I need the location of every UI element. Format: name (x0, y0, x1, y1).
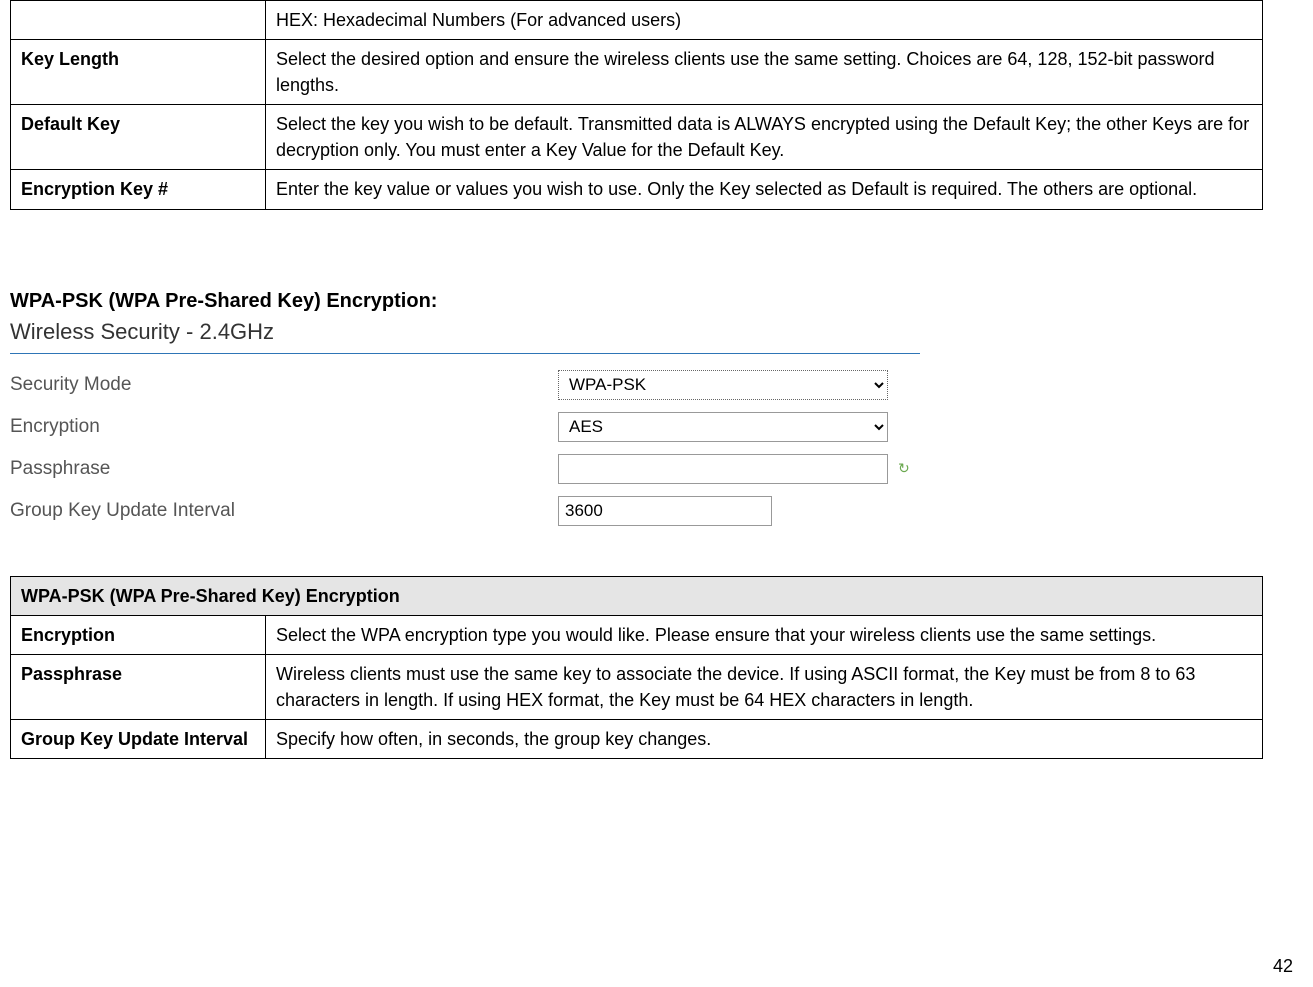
param-desc: Enter the key value or values you wish t… (266, 170, 1263, 209)
passphrase-label: Passphrase (10, 458, 558, 480)
passphrase-input[interactable] (558, 454, 888, 484)
param-name: Key Length (11, 40, 266, 105)
param-name: Encryption (11, 615, 266, 654)
param-name: Encryption Key # (11, 170, 266, 209)
param-desc: Select the key you wish to be default. T… (266, 105, 1263, 170)
table-row: Passphrase Wireless clients must use the… (11, 654, 1263, 719)
wireless-security-panel: Wireless Security - 2.4GHz Security Mode… (10, 319, 950, 552)
table-row: Group Key Update Interval Specify how of… (11, 719, 1263, 758)
table-row: HEX: Hexadecimal Numbers (For advanced u… (11, 1, 1263, 40)
security-mode-label: Security Mode (10, 374, 558, 396)
param-desc: HEX: Hexadecimal Numbers (For advanced u… (266, 1, 1263, 40)
encryption-row: Encryption AES (10, 412, 950, 442)
wpa-psk-params-table: WPA-PSK (WPA Pre-Shared Key) Encryption … (10, 576, 1263, 759)
param-desc: Specify how often, in seconds, the group… (266, 719, 1263, 758)
table-row: Default Key Select the key you wish to b… (11, 105, 1263, 170)
wep-params-table: HEX: Hexadecimal Numbers (For advanced u… (10, 0, 1263, 210)
refresh-icon[interactable]: ↻ (898, 460, 910, 477)
table-row: Encryption Select the WPA encryption typ… (11, 615, 1263, 654)
group-key-input[interactable] (558, 496, 772, 526)
table-row: Encryption Key # Enter the key value or … (11, 170, 1263, 209)
panel-title: Wireless Security - 2.4GHz (10, 319, 950, 345)
param-name: Group Key Update Interval (11, 719, 266, 758)
panel-divider (10, 353, 920, 354)
passphrase-row: Passphrase ↻ (10, 454, 950, 484)
param-name: Passphrase (11, 654, 266, 719)
param-desc: Select the WPA encryption type you would… (266, 615, 1263, 654)
security-mode-select[interactable]: WPA-PSK (558, 370, 888, 400)
param-name: Default Key (11, 105, 266, 170)
param-name (11, 1, 266, 40)
security-mode-row: Security Mode WPA-PSK (10, 370, 950, 400)
group-key-row: Group Key Update Interval (10, 496, 950, 526)
section-heading: WPA-PSK (WPA Pre-Shared Key) Encryption: (10, 290, 1263, 313)
encryption-label: Encryption (10, 416, 558, 438)
table-row: Key Length Select the desired option and… (11, 40, 1263, 105)
table-header: WPA-PSK (WPA Pre-Shared Key) Encryption (11, 576, 1263, 615)
param-desc: Select the desired option and ensure the… (266, 40, 1263, 105)
table-header-row: WPA-PSK (WPA Pre-Shared Key) Encryption (11, 576, 1263, 615)
param-desc: Wireless clients must use the same key t… (266, 654, 1263, 719)
group-key-label: Group Key Update Interval (10, 500, 558, 522)
encryption-select[interactable]: AES (558, 412, 888, 442)
page-number: 42 (1273, 956, 1293, 977)
